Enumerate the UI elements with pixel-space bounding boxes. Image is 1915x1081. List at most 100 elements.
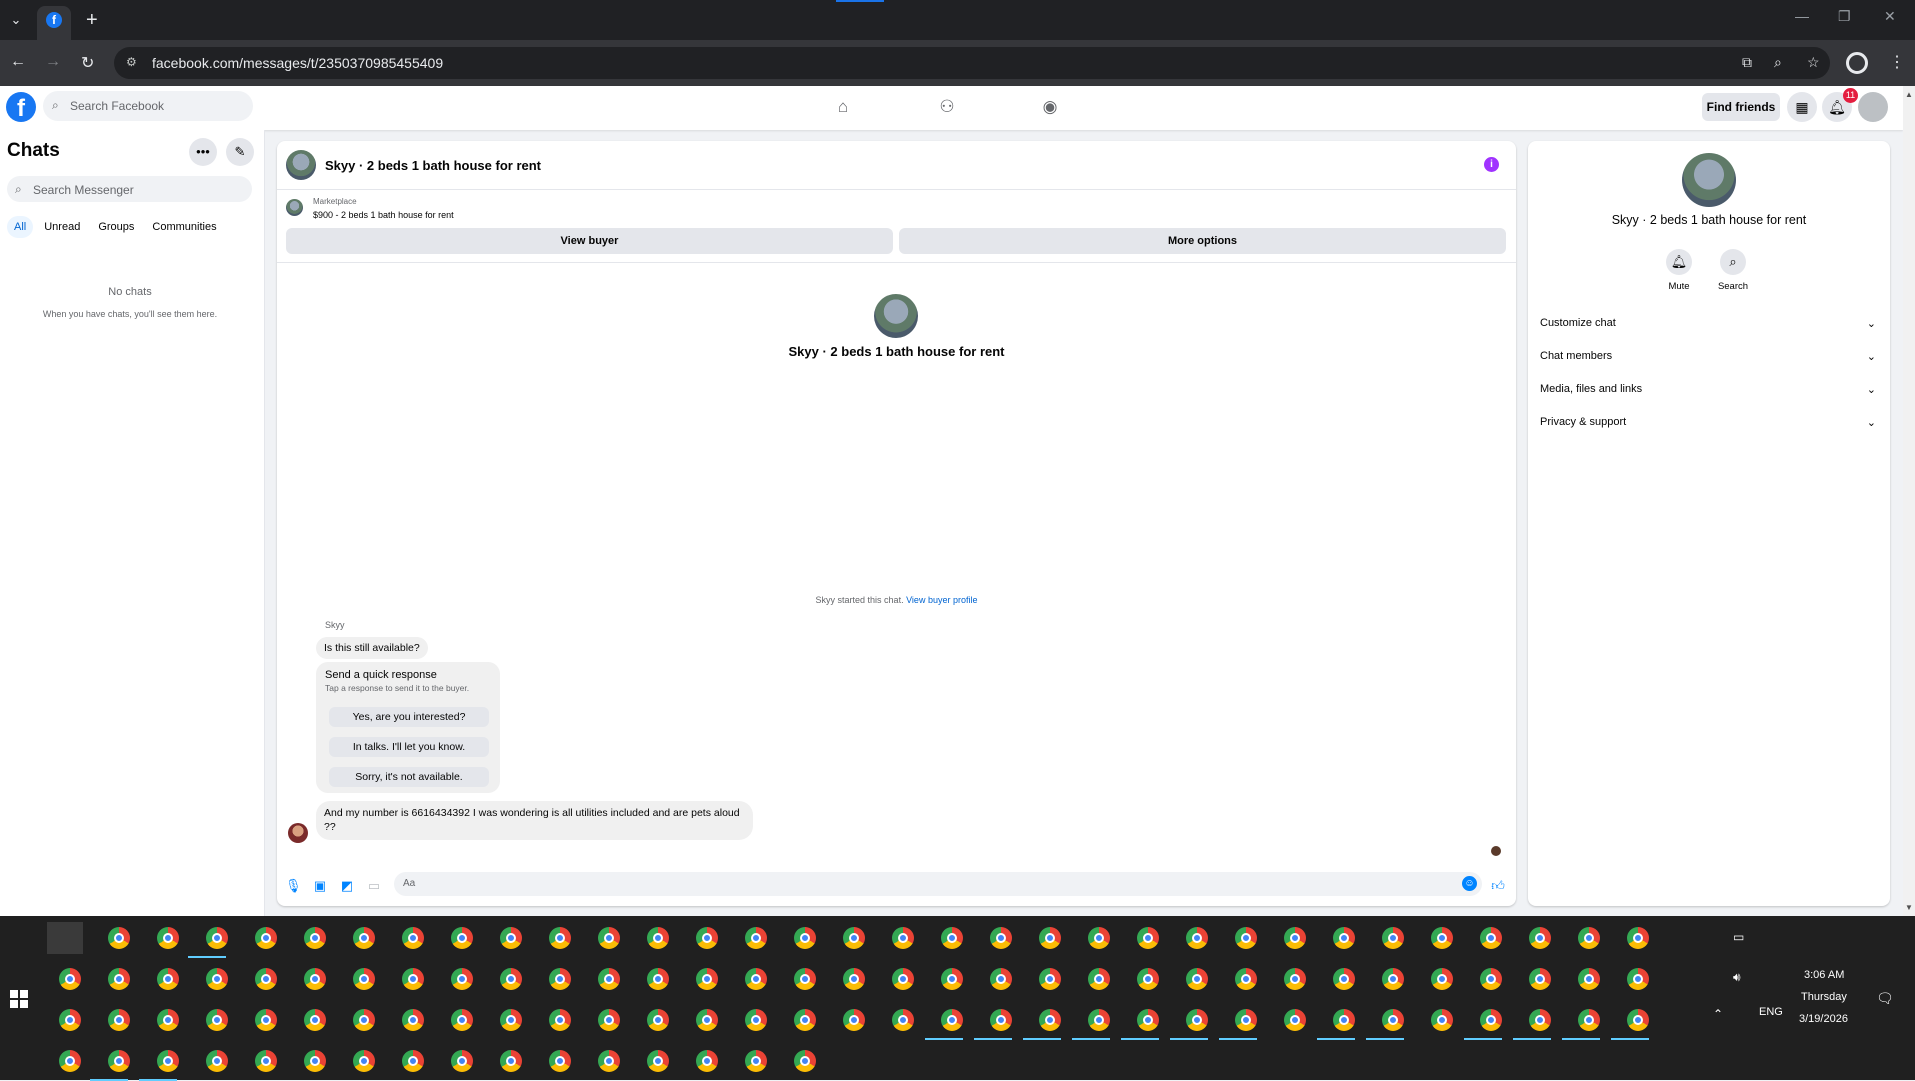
chrome-taskbar-icon[interactable] (696, 968, 718, 990)
chrome-taskbar-icon[interactable] (696, 927, 718, 949)
chrome-taskbar-icon[interactable] (598, 968, 620, 990)
chrome-taskbar-icon[interactable] (1088, 1009, 1110, 1031)
filter-groups[interactable]: Groups (91, 216, 141, 238)
forward-button[interactable]: → (45, 53, 61, 71)
listing-thumbnail[interactable] (286, 150, 316, 180)
message-input[interactable]: Aa (394, 872, 1482, 896)
chrome-taskbar-icon[interactable] (1529, 927, 1551, 949)
chrome-taskbar-icon[interactable] (206, 927, 228, 949)
view-buyer-button[interactable]: View buyer (286, 228, 893, 254)
restore-button[interactable]: ❐ (1838, 8, 1851, 25)
chrome-taskbar-icon[interactable] (353, 1050, 375, 1072)
chats-options-icon[interactable]: ••• (189, 138, 217, 166)
chrome-taskbar-icon[interactable] (892, 968, 914, 990)
chrome-taskbar-icon[interactable] (1039, 927, 1061, 949)
install-app-icon[interactable]: ⧉ (1742, 54, 1752, 71)
chrome-taskbar-icon[interactable] (1186, 927, 1208, 949)
chrome-taskbar-icon[interactable] (1039, 1009, 1061, 1031)
quick-response-yes[interactable]: Yes, are you interested? (329, 707, 489, 727)
photo-icon[interactable]: ▣ (312, 878, 328, 894)
browser-tab-facebook[interactable]: f (37, 6, 71, 40)
chrome-taskbar-icon[interactable] (157, 927, 179, 949)
chrome-taskbar-icon[interactable] (892, 1009, 914, 1031)
chrome-taskbar-icon[interactable] (1088, 927, 1110, 949)
bookmark-star-icon[interactable]: ☆ (1807, 54, 1820, 71)
chrome-taskbar-icon[interactable] (1627, 927, 1649, 949)
chrome-taskbar-icon[interactable] (353, 968, 375, 990)
chrome-taskbar-icon[interactable] (1431, 968, 1453, 990)
chrome-taskbar-icon[interactable] (255, 1050, 277, 1072)
chrome-taskbar-icon[interactable] (941, 1009, 963, 1031)
chrome-taskbar-icon[interactable] (108, 1050, 130, 1072)
microphone-icon[interactable]: 🎙︎ (285, 878, 302, 894)
quick-response-in-talks[interactable]: In talks. I'll let you know. (329, 737, 489, 757)
windows-start-icon[interactable] (10, 990, 28, 1008)
chrome-taskbar-icon[interactable] (1480, 968, 1502, 990)
extension-icon[interactable] (1846, 52, 1868, 74)
chrome-taskbar-icon[interactable] (549, 968, 571, 990)
message-bubble[interactable]: And my number is 6616434392 I was wonder… (316, 801, 753, 841)
chrome-taskbar-icon[interactable] (1137, 1009, 1159, 1031)
clock-time[interactable]: 3:06 AM (1804, 969, 1844, 981)
scroll-down-icon[interactable]: ▼ (1905, 903, 1913, 912)
chrome-taskbar-icon[interactable] (1186, 1009, 1208, 1031)
chrome-taskbar-icon[interactable] (1235, 968, 1257, 990)
chrome-taskbar-icon[interactable] (500, 1050, 522, 1072)
chrome-taskbar-icon[interactable] (108, 1009, 130, 1031)
conversation-title[interactable]: Skyy · 2 beds 1 bath house for rent (325, 158, 541, 173)
site-info-icon[interactable]: ⚙ (126, 55, 140, 69)
chrome-taskbar-icon[interactable] (1235, 927, 1257, 949)
chevron-up-icon[interactable]: ⌃ (1713, 1007, 1723, 1021)
chrome-taskbar-icon[interactable] (304, 927, 326, 949)
back-button[interactable]: ← (10, 53, 26, 71)
menu-grid-icon[interactable]: ▦ (1787, 92, 1817, 122)
active-app-icon[interactable] (47, 922, 83, 954)
chrome-taskbar-icon[interactable] (1382, 927, 1404, 949)
chrome-taskbar-icon[interactable] (402, 968, 424, 990)
chrome-taskbar-icon[interactable] (892, 927, 914, 949)
home-icon[interactable]: ⌂ (832, 97, 854, 119)
chrome-taskbar-icon[interactable] (1137, 927, 1159, 949)
chrome-taskbar-icon[interactable] (304, 1050, 326, 1072)
chrome-taskbar-icon[interactable] (1382, 968, 1404, 990)
chrome-taskbar-icon[interactable] (304, 968, 326, 990)
url-text[interactable]: facebook.com/messages/t/2350370985455409 (152, 55, 443, 71)
chrome-taskbar-icon[interactable] (990, 968, 1012, 990)
chrome-taskbar-icon[interactable] (157, 1050, 179, 1072)
message-bubble[interactable]: Is this still available? (316, 637, 428, 659)
chrome-taskbar-icon[interactable] (59, 1050, 81, 1072)
section-privacy-support[interactable]: Privacy & support ⌄ (1540, 416, 1882, 436)
chrome-taskbar-icon[interactable] (990, 927, 1012, 949)
chrome-taskbar-icon[interactable] (304, 1009, 326, 1031)
close-window-button[interactable]: ✕ (1884, 8, 1896, 25)
chrome-taskbar-icon[interactable] (1431, 927, 1453, 949)
chrome-taskbar-icon[interactable] (451, 968, 473, 990)
chrome-taskbar-icon[interactable] (1235, 1009, 1257, 1031)
chrome-taskbar-icon[interactable] (255, 927, 277, 949)
emoji-icon[interactable]: ☺ (1462, 876, 1477, 891)
chrome-taskbar-icon[interactable] (206, 968, 228, 990)
section-media-files-links[interactable]: Media, files and links ⌄ (1540, 383, 1882, 403)
chrome-taskbar-icon[interactable] (1578, 968, 1600, 990)
chrome-taskbar-icon[interactable] (157, 968, 179, 990)
chrome-taskbar-icon[interactable] (696, 1009, 718, 1031)
chrome-taskbar-icon[interactable] (1382, 1009, 1404, 1031)
listing-price-title[interactable]: $900 - 2 beds 1 bath house for rent (313, 210, 454, 220)
chrome-taskbar-icon[interactable] (353, 1009, 375, 1031)
chrome-taskbar-icon[interactable] (1627, 968, 1649, 990)
chrome-taskbar-icon[interactable] (1529, 1009, 1551, 1031)
chrome-taskbar-icon[interactable] (108, 927, 130, 949)
page-scrollbar[interactable]: ▲ ▼ (1903, 86, 1915, 916)
details-profile-picture[interactable] (1682, 153, 1736, 207)
browser-menu-icon[interactable]: ⋮ (1889, 52, 1905, 72)
section-customize-chat[interactable]: Customize chat ⌄ (1540, 317, 1882, 337)
chrome-taskbar-icon[interactable] (1333, 968, 1355, 990)
network-icon[interactable]: ▭ (1733, 930, 1744, 944)
chrome-taskbar-icon[interactable] (794, 1009, 816, 1031)
chrome-taskbar-icon[interactable] (549, 1050, 571, 1072)
conversation-info-icon[interactable]: i (1484, 157, 1499, 172)
tab-search-button[interactable]: ⌄ (4, 8, 28, 32)
section-chat-members[interactable]: Chat members ⌄ (1540, 350, 1882, 370)
chrome-taskbar-icon[interactable] (206, 1009, 228, 1031)
mute-button[interactable]: 🔔︎ Mute (1659, 249, 1699, 292)
